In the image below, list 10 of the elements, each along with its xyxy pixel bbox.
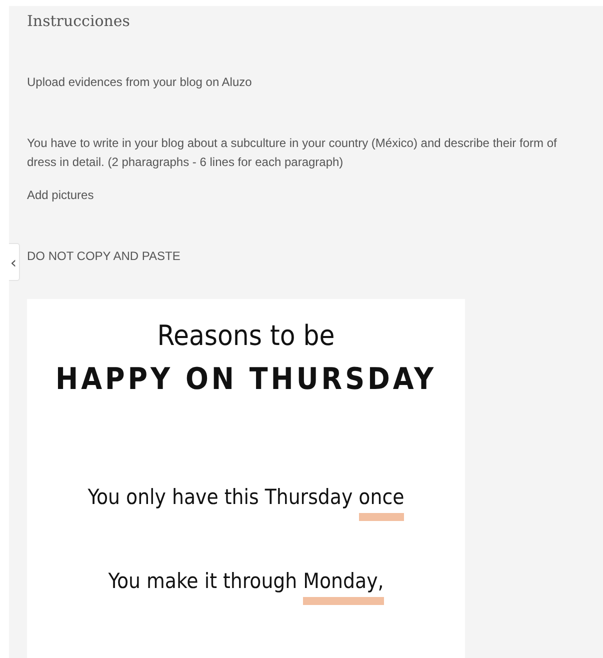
- panel-title: Instrucciones: [27, 12, 132, 30]
- instruction-text: DO NOT COPY AND PASTE: [27, 248, 182, 265]
- instruction-text: Upload evidences from your blog on Aluzo: [27, 74, 253, 91]
- poster-line: You make it through Monday,: [108, 569, 384, 605]
- poster-heading: Reasons to be: [157, 319, 335, 352]
- poster-headline: HAPPY ON THURSDAY: [56, 362, 436, 397]
- poster-line: You only have this Thursday once: [88, 485, 404, 521]
- instruction-text: Add pictures: [27, 187, 95, 204]
- instruction-text: You have to write in your blog about a subculture in your country (México) and describe their form of dress in detail. (2 pharagraphs - 6 lines for each paragraph): [27, 135, 558, 171]
- collapse-button[interactable]: ‹: [9, 243, 20, 281]
